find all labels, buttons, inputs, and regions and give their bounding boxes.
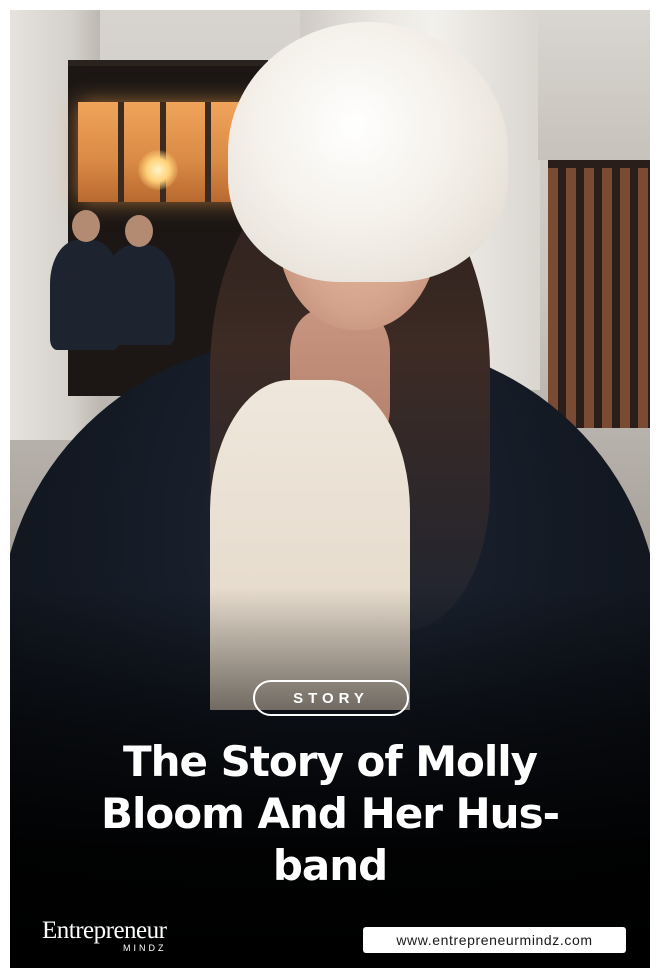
lamp-glow: [138, 150, 178, 190]
pin-card: STORY The Story of Molly Bloom And Her H…: [10, 10, 650, 968]
barred-window: [548, 160, 650, 428]
category-tag: STORY: [253, 680, 409, 716]
background-person-head: [125, 215, 153, 247]
background-person: [105, 245, 175, 345]
window-mullion: [118, 102, 124, 202]
website-url[interactable]: www.entrepreneurmindz.com: [363, 927, 626, 953]
window-mullion: [205, 102, 211, 202]
brand-name: Entrepreneur: [42, 917, 167, 944]
fur-hat: [228, 22, 508, 282]
brand-subname: MINDZ: [122, 943, 167, 953]
brand-logo: Entrepreneur MINDZ: [42, 917, 167, 954]
building-facade-right: [538, 10, 650, 160]
background-person-head: [72, 210, 100, 242]
headline: The Story of Molly Bloom And Her Hus-ban…: [100, 737, 560, 890]
